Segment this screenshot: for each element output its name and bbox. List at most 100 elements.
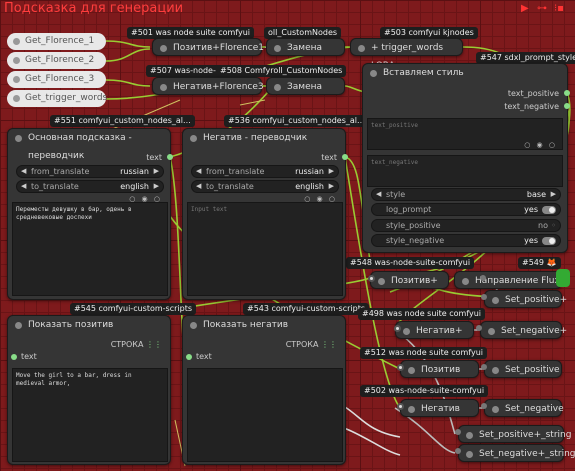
node-show-negative[interactable]: Показать негатив СТРОКА ⋮⋮ text bbox=[182, 315, 346, 465]
list-icon: ⋮⋮ bbox=[321, 340, 337, 349]
node-title[interactable]: Set_negative+_string bbox=[459, 445, 575, 463]
arrow-left-icon[interactable]: ◀ bbox=[376, 189, 381, 200]
getter-trigger-words[interactable]: Get_trigger_words bbox=[7, 90, 107, 107]
node-title-label: Set_positive bbox=[505, 365, 560, 375]
node-title[interactable]: Позитив+Florence1+2 bbox=[153, 39, 277, 57]
getter-florence-2[interactable]: Get_Florence_2 bbox=[7, 52, 106, 69]
input-port[interactable] bbox=[368, 275, 375, 282]
output-port[interactable] bbox=[564, 90, 570, 96]
combo-to-translate[interactable]: ◀ to_translate english ▶ bbox=[191, 180, 339, 193]
combo-style[interactable]: ◀ style base ▶ bbox=[371, 188, 561, 201]
node-title-label: Направление Flux bbox=[475, 276, 560, 286]
arrow-right-icon[interactable]: ▶ bbox=[154, 181, 159, 192]
node-napravlenie-flux[interactable]: Направление Flux bbox=[454, 271, 562, 289]
play-icon[interactable]: ▶ bbox=[521, 3, 529, 14]
node-main-translator[interactable]: Основная подсказка - переводчик text ◀ fr… bbox=[7, 128, 173, 300]
node-title[interactable]: Вставляем стиль bbox=[363, 64, 567, 82]
toggle-off-icon[interactable]: ◦ bbox=[551, 220, 556, 231]
node-style-injector[interactable]: Вставляем стиль text_positive text_negat… bbox=[362, 63, 570, 253]
node-set-positive[interactable]: Set_positive bbox=[484, 360, 562, 378]
combo-to-translate[interactable]: ◀ to_translate english ▶ bbox=[16, 180, 164, 193]
output-port[interactable] bbox=[342, 154, 348, 160]
textarea-negative[interactable]: text_negative bbox=[367, 155, 563, 187]
input-port[interactable] bbox=[397, 364, 404, 371]
textarea-main-prompt[interactable]: Переместы девушку в бар, одень в среднев… bbox=[12, 202, 168, 296]
node-title[interactable]: Негатив+Florence3 bbox=[153, 78, 264, 96]
node-title[interactable]: Позитив bbox=[401, 361, 478, 379]
arrow-left-icon[interactable]: ◀ bbox=[21, 181, 26, 192]
node-set-positive-plus[interactable]: Set_positive+ bbox=[484, 290, 567, 309]
input-port[interactable] bbox=[481, 364, 487, 370]
input-port[interactable] bbox=[481, 403, 487, 409]
input-port[interactable] bbox=[455, 448, 461, 454]
input-port[interactable] bbox=[455, 429, 461, 435]
link-icon[interactable]: ⊶ bbox=[537, 3, 547, 14]
node-zamena-2[interactable]: Замена bbox=[266, 77, 345, 95]
node-title[interactable]: Замена bbox=[267, 78, 344, 96]
node-title[interactable]: + trigger_words LORA bbox=[351, 39, 462, 71]
input-port[interactable] bbox=[397, 403, 404, 410]
node-trigger-words[interactable]: + trigger_words LORA bbox=[350, 38, 463, 71]
arrow-right-icon[interactable]: ▶ bbox=[329, 166, 334, 177]
node-title[interactable]: Set_negative bbox=[485, 400, 564, 418]
toggle-style-negative[interactable]: style_negative yes bbox=[371, 234, 561, 247]
badge-549: #549 🦊 bbox=[518, 257, 561, 269]
node-set-negative[interactable]: Set_negative bbox=[484, 399, 564, 418]
output-port[interactable] bbox=[564, 103, 570, 109]
getter-label: Get_Florence_2 bbox=[25, 55, 95, 65]
node-title[interactable]: Замена bbox=[267, 39, 344, 57]
input-port[interactable] bbox=[11, 354, 17, 360]
textarea-show-negative[interactable] bbox=[187, 368, 343, 462]
node-title[interactable]: Set_positive bbox=[485, 361, 561, 379]
node-set-negative-plus[interactable]: Set_negative+ bbox=[480, 321, 567, 340]
arrow-right-icon[interactable]: ▶ bbox=[551, 189, 556, 200]
input-port[interactable] bbox=[186, 354, 192, 360]
field-value: english bbox=[295, 182, 324, 191]
node-title[interactable]: Показать негатив bbox=[183, 316, 345, 334]
settings-icon[interactable]: ⁝▪ bbox=[554, 3, 564, 14]
node-dot bbox=[492, 367, 499, 374]
node-title[interactable]: Негатив - переводчик bbox=[183, 129, 345, 147]
toggle-style-positive[interactable]: style_positive no ◦ bbox=[371, 219, 561, 232]
node-title[interactable]: Позитив+ bbox=[371, 272, 448, 290]
arrow-left-icon[interactable]: ◀ bbox=[21, 166, 26, 177]
toggle-log-prompt[interactable]: log_prompt yes bbox=[371, 203, 561, 216]
arrow-right-icon[interactable]: ▶ bbox=[329, 181, 334, 192]
combo-from-translate[interactable]: ◀ from_translate russian ▶ bbox=[191, 165, 339, 178]
node-pozitiv-florence[interactable]: Позитив+Florence1+2 bbox=[152, 38, 277, 57]
getter-florence-1[interactable]: Get_Florence_1 bbox=[7, 33, 106, 50]
node-title[interactable]: Set_negative+ bbox=[481, 322, 567, 340]
textarea-negative-prompt[interactable]: Input text bbox=[187, 202, 343, 296]
textarea-show-positive[interactable]: Move the girl to a bar, dress in medieva… bbox=[12, 368, 168, 462]
input-port[interactable] bbox=[394, 325, 401, 332]
node-set-positive-string[interactable]: Set_positive+_string bbox=[458, 425, 571, 444]
arrow-right-icon[interactable]: ▶ bbox=[154, 166, 159, 177]
node-title[interactable]: Негатив bbox=[401, 400, 478, 418]
toggle-switch[interactable] bbox=[542, 206, 556, 214]
node-negativ-plus[interactable]: Негатив+ bbox=[395, 321, 474, 339]
node-set-negative-string[interactable]: Set_negative+_string bbox=[458, 444, 575, 463]
node-show-positive[interactable]: Показать позитив СТРОКА ⋮⋮ text Move the… bbox=[7, 315, 171, 465]
node-negativ[interactable]: Негатив bbox=[400, 399, 479, 417]
arrow-left-icon[interactable]: ◀ bbox=[196, 166, 201, 177]
node-zamena-1[interactable]: Замена bbox=[266, 38, 345, 56]
node-pozitiv-plus[interactable]: Позитив+ bbox=[370, 271, 449, 289]
node-title[interactable]: Основная подсказка - переводчик bbox=[8, 129, 170, 161]
output-port[interactable] bbox=[167, 154, 173, 160]
node-title[interactable]: Направление Flux bbox=[455, 272, 561, 290]
node-title[interactable]: Set_positive+_string bbox=[459, 426, 571, 444]
node-negative-translator[interactable]: Негатив - переводчик text ◀ from_translat… bbox=[182, 128, 348, 300]
toggle-switch[interactable] bbox=[542, 237, 556, 245]
node-title[interactable]: Негатив+ bbox=[396, 322, 473, 340]
arrow-left-icon[interactable]: ◀ bbox=[196, 181, 201, 192]
textarea-icons[interactable]: ○ ◉ ○ bbox=[524, 141, 557, 149]
getter-florence-3[interactable]: Get_Florence_3 bbox=[7, 71, 106, 88]
node-title[interactable]: Показать позитив bbox=[8, 316, 170, 334]
input-port[interactable] bbox=[476, 325, 482, 331]
node-pozitiv[interactable]: Позитив bbox=[400, 360, 479, 378]
input-port[interactable] bbox=[481, 294, 487, 300]
combo-from-translate[interactable]: ◀ from_translate russian ▶ bbox=[16, 165, 164, 178]
node-negativ-florence[interactable]: Негатив+Florence3 bbox=[152, 77, 264, 96]
input-port[interactable] bbox=[480, 275, 486, 281]
node-title[interactable]: Set_positive+ bbox=[485, 291, 567, 309]
